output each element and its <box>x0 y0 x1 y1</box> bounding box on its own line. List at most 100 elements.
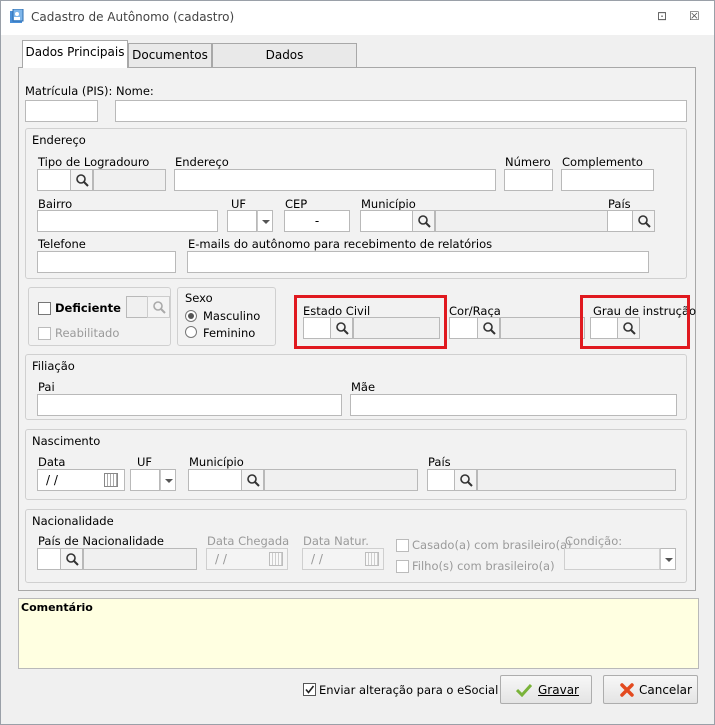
nome-label: Nome: <box>116 84 154 98</box>
cancel-icon <box>620 683 634 697</box>
calendar-icon <box>269 552 283 566</box>
endereco-label: Endereço <box>175 155 229 169</box>
nascimento-title: Nascimento <box>32 434 101 448</box>
deficiente-group: Deficiente Reabilitado <box>28 287 171 346</box>
close-icon[interactable]: ☒ <box>689 9 700 23</box>
bairro-input[interactable] <box>37 210 218 232</box>
filiacao-group: Filiação Pai Mãe <box>25 354 687 420</box>
masculino-radio[interactable] <box>185 310 197 322</box>
nascimento-group: Nascimento Data / / UF Município País <box>25 429 687 500</box>
pai-input[interactable] <box>37 394 342 416</box>
search-icon <box>638 215 651 228</box>
numero-input[interactable] <box>504 169 553 191</box>
deficiente-checkbox[interactable] <box>38 302 51 315</box>
filiacao-title: Filiação <box>32 359 75 373</box>
complemento-label: Complemento <box>562 155 643 169</box>
nasc-pais-label: País <box>428 455 451 469</box>
tipo-logradouro-desc <box>93 169 166 191</box>
numero-label: Número <box>505 155 551 169</box>
window-title: Cadastro de Autônomo (cadastro) <box>31 10 235 24</box>
municipio-label: Município <box>361 197 416 211</box>
pais-nacionalidade-input[interactable] <box>37 548 61 570</box>
gravar-label: Gravar <box>538 683 579 697</box>
nasc-municipio-label: Município <box>189 455 244 469</box>
window: Cadastro de Autônomo (cadastro) ⊡ ☒ Dado… <box>0 0 715 725</box>
condicao-label: Condição: <box>565 534 623 548</box>
calendar-icon <box>365 552 379 566</box>
nacionalidade-title: Nacionalidade <box>32 514 114 528</box>
nasc-uf-label: UF <box>137 455 153 469</box>
cor-raca-search-button[interactable] <box>477 317 500 339</box>
emails-label: E-mails do autônomo para recebimento de … <box>188 237 493 251</box>
tab-dados-complementares[interactable]: Dados Complementares <box>212 43 357 84</box>
municipio-search-button[interactable] <box>412 210 435 232</box>
sexo-label: Sexo <box>185 291 213 305</box>
endereco-group: Endereço Tipo de Logradouro Endereço Núm… <box>25 128 687 279</box>
telefone-input[interactable] <box>37 251 176 273</box>
cep-input[interactable]: - <box>284 210 350 232</box>
restore-icon[interactable]: ⊡ <box>657 9 667 23</box>
gravar-button[interactable]: Gravar <box>500 675 592 704</box>
complemento-input[interactable] <box>561 169 654 191</box>
nasc-uf-dropdown-arrow[interactable] <box>160 469 176 491</box>
masculino-label: Masculino <box>203 309 261 323</box>
checkmark-icon <box>305 685 315 694</box>
pais-nacionalidade-search-button[interactable] <box>60 548 83 570</box>
condicao-dropdown-arrow <box>660 548 676 570</box>
cor-raca-desc <box>500 317 585 339</box>
emails-input[interactable] <box>187 251 649 273</box>
nasc-uf-select[interactable] <box>130 469 160 491</box>
nasc-municipio-search-button[interactable] <box>241 469 264 491</box>
data-label: Data <box>38 455 66 469</box>
checkmark-icon <box>516 683 532 697</box>
pais-input[interactable] <box>607 210 633 232</box>
feminino-radio[interactable] <box>185 326 197 338</box>
pais-label: País <box>608 197 631 211</box>
nasc-pais-input[interactable] <box>427 469 455 491</box>
enviar-esocial-checkbox[interactable] <box>303 683 316 696</box>
enviar-esocial-label: Enviar alteração para o eSocial <box>319 683 499 697</box>
tab-documentos[interactable]: Documentos <box>128 43 212 67</box>
tipo-logradouro-search-button[interactable] <box>70 169 93 191</box>
comentario-label: Comentário <box>21 601 93 614</box>
pais-nacionalidade-desc <box>83 548 197 570</box>
pais-search-button[interactable] <box>632 210 655 232</box>
deficiente-label: Deficiente <box>55 301 121 315</box>
search-icon <box>460 474 473 487</box>
uf-label: UF <box>231 197 247 211</box>
highlight-estado-civil <box>294 295 447 349</box>
sexo-group: Sexo Masculino Feminino <box>177 287 276 346</box>
tipo-logradouro-input[interactable] <box>37 169 71 191</box>
endereco-input[interactable] <box>174 169 496 191</box>
highlight-grau-instrucao <box>580 295 690 349</box>
reabilitado-label: Reabilitado <box>55 326 120 340</box>
municipio-desc <box>435 210 624 232</box>
calendar-icon[interactable] <box>104 473 118 487</box>
cep-label: CEP <box>285 197 308 211</box>
bairro-label: Bairro <box>38 197 73 211</box>
uf-dropdown-arrow[interactable] <box>257 210 273 232</box>
filhos-label: Filho(s) com brasileiro(a) <box>412 559 555 573</box>
tab-dados-principais[interactable]: Dados Principais <box>22 40 128 68</box>
deficiente-search-button <box>147 296 170 318</box>
feminino-label: Feminino <box>203 326 256 340</box>
mae-input[interactable] <box>350 394 677 416</box>
search-icon <box>247 474 260 487</box>
search-icon <box>66 553 79 566</box>
matricula-input[interactable] <box>25 100 98 122</box>
cor-raca-input[interactable] <box>449 317 478 339</box>
nasc-municipio-desc <box>264 469 418 491</box>
comentario-box[interactable]: Comentário <box>18 598 699 669</box>
uf-select[interactable] <box>227 210 257 232</box>
nasc-pais-desc <box>477 469 676 491</box>
nasc-pais-search-button[interactable] <box>454 469 477 491</box>
telefone-label: Telefone <box>38 237 86 251</box>
nasc-municipio-input[interactable] <box>188 469 242 491</box>
casado-label: Casado(a) com brasileiro(a) <box>412 538 572 552</box>
matricula-label: Matrícula (PIS): <box>25 84 113 98</box>
cor-raca-label: Cor/Raça <box>449 304 501 318</box>
nome-input[interactable] <box>115 100 687 122</box>
cancelar-button[interactable]: Cancelar <box>603 675 698 704</box>
search-icon <box>153 301 166 314</box>
municipio-input[interactable] <box>360 210 413 232</box>
